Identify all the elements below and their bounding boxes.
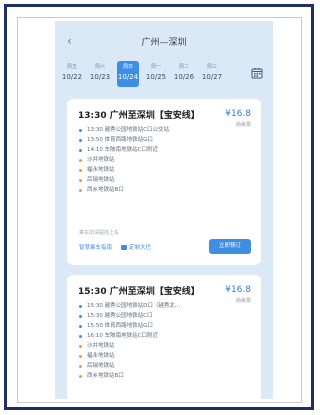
- date-value: 10/24: [117, 73, 139, 81]
- book-button[interactable]: 立即预订: [209, 239, 251, 254]
- stop-label: 15:30 越秀公园地铁站D口（越秀北…: [87, 303, 181, 309]
- stop-dot: [79, 364, 82, 368]
- date-tab-1023[interactable]: 周六 10/23: [89, 61, 111, 87]
- stop-list: 13:30 越秀公园地铁站C口公交站 13:50 体育西路地铁站G口 14:10…: [79, 125, 219, 195]
- date-weekday: 周五: [66, 64, 77, 70]
- route-price: ¥16.8: [225, 285, 251, 295]
- stop-dot: [79, 168, 82, 172]
- stop-item: 沙井地铁站: [79, 341, 219, 351]
- date-value: 10/26: [173, 73, 195, 81]
- stop-label: 福永地铁站: [87, 353, 115, 359]
- stop-item: 13:50 体育西路地铁站G口: [79, 135, 219, 145]
- stop-item: 15:50 体育西路地铁站G口: [79, 321, 219, 331]
- guide-link[interactable]: 智慧乘车指南: [79, 243, 112, 251]
- date-tab-1024[interactable]: 周日 10/24: [117, 61, 139, 87]
- date-tab-1026[interactable]: 周二 10/26: [173, 61, 195, 87]
- ticket-status: 尚余票: [235, 122, 251, 128]
- stop-dot: [79, 304, 82, 308]
- date-value: 10/23: [89, 73, 111, 81]
- stop-label: 西乡地铁站B口: [87, 187, 124, 193]
- stop-label: 沙井地铁站: [87, 157, 115, 163]
- stop-label: 15:30 越秀公园地铁站C口: [87, 313, 153, 319]
- stop-item: 西乡地铁站B口: [79, 371, 219, 381]
- stop-item: 后瑞地铁站: [79, 361, 219, 371]
- date-tab-1022[interactable]: 周五 10/22: [61, 61, 83, 87]
- stop-label: 13:30 越秀公园地铁站C口公交站: [87, 127, 169, 133]
- stop-dot: [79, 314, 82, 318]
- stop-label: 15:50 体育西路地铁站G口: [87, 323, 153, 329]
- ticket-status: 尚余票: [235, 298, 251, 304]
- app-screen: ‹ 广州—深圳 周五 10/22 周六 10/23 周日 10/24 周一 10…: [55, 21, 273, 399]
- stop-label: 14:10 车陂南地铁站C口附近: [87, 147, 158, 153]
- stop-item: 后瑞地铁站: [79, 175, 219, 185]
- top-bar: ‹ 广州—深圳: [55, 21, 273, 61]
- route-title: 13:30 广州至深圳【宝安线】: [78, 111, 200, 121]
- stop-dot: [79, 158, 82, 162]
- stop-label: 福永地铁站: [87, 167, 115, 173]
- stop-dot: [79, 148, 82, 152]
- stop-item: 14:10 车陂南地铁站C口附近: [79, 145, 219, 155]
- route-card[interactable]: 13:30 广州至深圳【宝安线】 ¥16.8 尚余票 13:30 越秀公园地铁站…: [67, 99, 261, 265]
- date-weekday: 周一: [150, 64, 161, 70]
- date-tab-1027[interactable]: 周三 10/27: [201, 61, 223, 87]
- stop-dot: [79, 344, 82, 348]
- date-tab-1025[interactable]: 周一 10/25: [145, 61, 167, 87]
- stop-item: 沙井地铁站: [79, 155, 219, 165]
- date-weekday: 周二: [178, 64, 189, 70]
- stop-label: 16:10 车陂南地铁站C口附近: [87, 333, 158, 339]
- stop-dot: [79, 138, 82, 142]
- bus-link-label: 定制大巴: [129, 245, 152, 251]
- stop-dot: [79, 374, 82, 378]
- stop-item: 16:10 车陂南地铁站C口附近: [79, 331, 219, 341]
- stop-dot: [79, 128, 82, 132]
- route-title: 15:30 广州至深圳【宝安线】: [78, 287, 200, 297]
- date-value: 10/27: [201, 73, 223, 81]
- route-card[interactable]: 15:30 广州至深圳【宝安线】 ¥16.8 尚余票 15:30 越秀公园地铁站…: [67, 275, 261, 399]
- stop-item: 15:30 越秀公园地铁站D口（越秀北…: [79, 301, 219, 311]
- stop-label: 西乡地铁站B口: [87, 373, 124, 379]
- stop-item: 西乡地铁站B口: [79, 185, 219, 195]
- date-weekday: 周三: [206, 64, 217, 70]
- page-title: 广州—深圳: [141, 38, 187, 48]
- stop-dot: [79, 334, 82, 338]
- date-value: 10/22: [61, 73, 83, 81]
- screenshot-inner-border: ‹ 广州—深圳 周五 10/22 周六 10/23 周日 10/24 周一 10…: [17, 17, 302, 403]
- stop-item: 福永地铁站: [79, 165, 219, 175]
- stop-dot: [79, 178, 82, 182]
- boarding-note: 乘车前请提前上车: [79, 230, 120, 236]
- stop-item: 13:30 越秀公园地铁站C口公交站: [79, 125, 219, 135]
- date-value: 10/25: [145, 73, 167, 81]
- date-selector: 周五 10/22 周六 10/23 周日 10/24 周一 10/25 周二 1…: [55, 61, 273, 91]
- date-weekday: 周六: [94, 64, 105, 70]
- bus-icon: [121, 245, 127, 250]
- stop-label: 13:50 体育西路地铁站G口: [87, 137, 153, 143]
- stop-item: 15:30 越秀公园地铁站C口: [79, 311, 219, 321]
- stop-dot: [79, 188, 82, 192]
- stop-list: 15:30 越秀公园地铁站D口（越秀北… 15:30 越秀公园地铁站C口 15:…: [79, 301, 219, 381]
- stop-dot: [79, 354, 82, 358]
- stop-label: 后瑞地铁站: [87, 177, 115, 183]
- stop-label: 沙井地铁站: [87, 343, 115, 349]
- stop-item: 福永地铁站: [79, 351, 219, 361]
- stop-label: 后瑞地铁站: [87, 363, 115, 369]
- screenshot-frame: ‹ 广州—深圳 周五 10/22 周六 10/23 周日 10/24 周一 10…: [4, 4, 314, 410]
- route-price: ¥16.8: [225, 109, 251, 119]
- calendar-icon[interactable]: [251, 67, 263, 79]
- date-weekday: 周日: [122, 64, 133, 70]
- bus-link[interactable]: 定制大巴: [121, 243, 151, 251]
- stop-dot: [79, 324, 82, 328]
